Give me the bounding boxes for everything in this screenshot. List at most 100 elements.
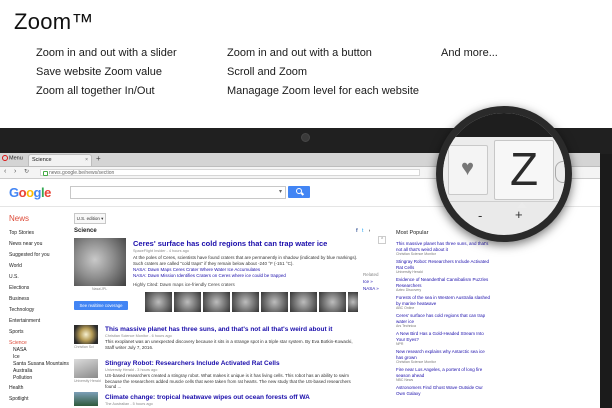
popular-source: NPR bbox=[396, 342, 404, 346]
extension-title: Zoom™ bbox=[14, 9, 94, 34]
zoom-out-button[interactable]: - bbox=[478, 209, 482, 222]
feature-save-value: Save website Zoom value bbox=[36, 66, 162, 78]
story-image[interactable] bbox=[74, 325, 98, 344]
related-link[interactable]: NASA: Dawn Mission Identifies Craters on… bbox=[133, 273, 286, 278]
toolbar-divider bbox=[443, 201, 565, 202]
sidebar-item-world[interactable]: World bbox=[9, 263, 22, 269]
news-heading[interactable]: News bbox=[9, 214, 29, 223]
popular-source: NBC News bbox=[396, 378, 414, 382]
sidebar-item-top-stories[interactable]: Top Stories bbox=[9, 230, 34, 236]
sidebar-item-nasa[interactable]: NASA bbox=[13, 347, 27, 353]
close-icon[interactable]: × bbox=[85, 157, 88, 163]
related-link[interactable]: NASA: Dawn Maps Ceres Crater Where Water… bbox=[133, 267, 260, 272]
tab-label: Science bbox=[32, 157, 52, 163]
sidebar-item-health[interactable]: Health bbox=[9, 385, 23, 391]
sidebar-item-pollution[interactable]: Pollution bbox=[13, 375, 32, 381]
story-snippet: US-based researchers created a stingray … bbox=[105, 373, 351, 389]
popular-item[interactable]: Fire near Los Angeles, a portent of long… bbox=[396, 367, 492, 378]
sidebar-item-santa-susana[interactable]: Santa Susana Mountains bbox=[13, 361, 69, 367]
facebook-icon[interactable]: f bbox=[356, 228, 358, 234]
story-image[interactable] bbox=[74, 238, 126, 286]
chevron-down-icon[interactable]: ▾ bbox=[279, 188, 282, 195]
sidebar-item-ice[interactable]: Ice bbox=[13, 354, 20, 360]
photo-credit: University Herald bbox=[74, 379, 101, 383]
collapse-icon[interactable]: ⌃ bbox=[378, 236, 387, 244]
magnifier-lens: ♥ Z - + bbox=[443, 113, 565, 235]
edition-select[interactable]: U.S. edition ▾ bbox=[74, 213, 106, 224]
sidebar-item-sports[interactable]: Sports bbox=[9, 329, 23, 335]
story-thumbnail[interactable] bbox=[174, 292, 201, 312]
heart-icon: ♥ bbox=[461, 155, 475, 180]
related-topic-link[interactable]: NASA » bbox=[363, 286, 379, 291]
story-meta: Christian Science Monitor - 6 hours ago bbox=[105, 334, 172, 338]
sidebar-item-us[interactable]: U.S. bbox=[9, 274, 19, 280]
sidebar-item-technology[interactable]: Technology bbox=[9, 307, 34, 313]
search-button[interactable] bbox=[288, 186, 310, 198]
browser-menu-icon[interactable] bbox=[555, 161, 565, 183]
logo-letter: g bbox=[33, 185, 42, 200]
story-thumbnail[interactable] bbox=[203, 292, 230, 312]
section-heading: Science bbox=[74, 228, 97, 234]
story-thumbnail[interactable] bbox=[290, 292, 317, 312]
sidebar-item-business[interactable]: Business bbox=[9, 296, 29, 302]
story-meta: University Herald - 3 hours ago bbox=[105, 368, 158, 372]
sidebar-item-entertainment[interactable]: Entertainment bbox=[9, 318, 40, 324]
popular-item[interactable]: Ceres' surface has cold regions that can… bbox=[396, 313, 492, 324]
popular-item[interactable]: Evidence of Neanderthal Cannibalism Puzz… bbox=[396, 277, 492, 288]
story-meta: SpaceFlight Insider - 4 hours ago bbox=[133, 249, 189, 253]
twitter-icon[interactable]: t bbox=[362, 228, 363, 234]
popular-item[interactable]: Forests of the sea in Western Australia … bbox=[396, 295, 492, 306]
sidebar-item-suggested[interactable]: Suggested for you bbox=[9, 252, 50, 258]
related-topics: Related Ice » NASA » bbox=[363, 272, 379, 291]
zoom-logo-icon: Z bbox=[509, 143, 539, 195]
sidebar-item-elections[interactable]: Elections bbox=[9, 285, 29, 291]
sidebar-item-spotlight[interactable]: Spotlight bbox=[9, 396, 28, 402]
popular-item[interactable]: This massive planet has three suns, and … bbox=[396, 241, 492, 252]
story-snippet: This exoplanet was an unexpected discove… bbox=[105, 339, 353, 350]
feature-per-website: Managage Zoom level for each website bbox=[227, 85, 419, 97]
logo-letter: G bbox=[9, 185, 19, 200]
popular-item[interactable]: Astronomers Find Ghost Wave Outside Our … bbox=[396, 385, 492, 396]
feature-more: And more... bbox=[441, 47, 498, 59]
story-thumbnail[interactable] bbox=[348, 292, 358, 312]
story-title[interactable]: Climate change: tropical heatwave wipes … bbox=[105, 394, 310, 401]
popular-source: Aztec Discovery bbox=[396, 288, 422, 292]
logo-letter: o bbox=[26, 185, 34, 200]
story-image[interactable] bbox=[74, 359, 98, 378]
popular-item[interactable]: A New Bird Has a Gold-Headed Stream Into… bbox=[396, 331, 492, 342]
tab-science[interactable]: Science × bbox=[28, 154, 92, 166]
feature-all-together: Zoom all together In/Out bbox=[36, 85, 155, 97]
highly-cited-link[interactable]: Highly Cited: Dawn maps ice-friendly Cer… bbox=[133, 282, 235, 287]
top-story-title[interactable]: Ceres' surface has cold regions that can… bbox=[133, 239, 327, 248]
back-icon[interactable]: ‹ bbox=[4, 168, 6, 175]
most-popular-heading: Most Popular bbox=[396, 230, 429, 236]
sidebar-item-australia[interactable]: Australia bbox=[13, 368, 32, 374]
search-input[interactable]: ▾ bbox=[70, 186, 286, 199]
reload-icon[interactable]: ↻ bbox=[24, 168, 29, 175]
story-snippet: At the poles of Ceres, scientists have f… bbox=[133, 255, 358, 266]
popular-source: University Herald bbox=[396, 270, 423, 274]
zoom-extension-button[interactable]: Z bbox=[494, 140, 554, 200]
story-thumbnail[interactable] bbox=[232, 292, 259, 312]
google-logo[interactable]: Google bbox=[9, 185, 51, 200]
story-image[interactable] bbox=[74, 392, 98, 406]
new-tab-button[interactable]: + bbox=[96, 154, 101, 163]
sidebar-item-near-you[interactable]: News near you bbox=[9, 241, 42, 247]
story-title[interactable]: Stingray Robot: Researchers Include Acti… bbox=[105, 360, 280, 367]
story-thumbnail[interactable] bbox=[319, 292, 346, 312]
browser-menu-button[interactable]: Menu bbox=[2, 155, 26, 164]
popular-item[interactable]: New research explains why Antarctic sea … bbox=[396, 349, 492, 360]
sidebar-item-science[interactable]: Science bbox=[9, 340, 27, 346]
realtime-coverage-button[interactable]: See realtime coverage bbox=[74, 301, 128, 310]
forward-icon[interactable]: › bbox=[14, 168, 16, 175]
story-thumbnail[interactable] bbox=[145, 292, 172, 312]
logo-letter: e bbox=[44, 185, 51, 200]
popular-item[interactable]: Stingray Robot: Researchers Include Acti… bbox=[396, 259, 492, 270]
bookmark-button[interactable]: ♥ bbox=[448, 145, 488, 195]
url-field[interactable]: news.google.be/news/section bbox=[40, 169, 420, 176]
story-thumbnail[interactable] bbox=[261, 292, 288, 312]
zoom-in-button[interactable]: + bbox=[515, 208, 523, 221]
rss-icon[interactable]: ◗ bbox=[368, 228, 371, 234]
related-topic-link[interactable]: Ice » bbox=[363, 279, 373, 284]
story-title[interactable]: This massive planet has three suns, and … bbox=[105, 326, 332, 333]
